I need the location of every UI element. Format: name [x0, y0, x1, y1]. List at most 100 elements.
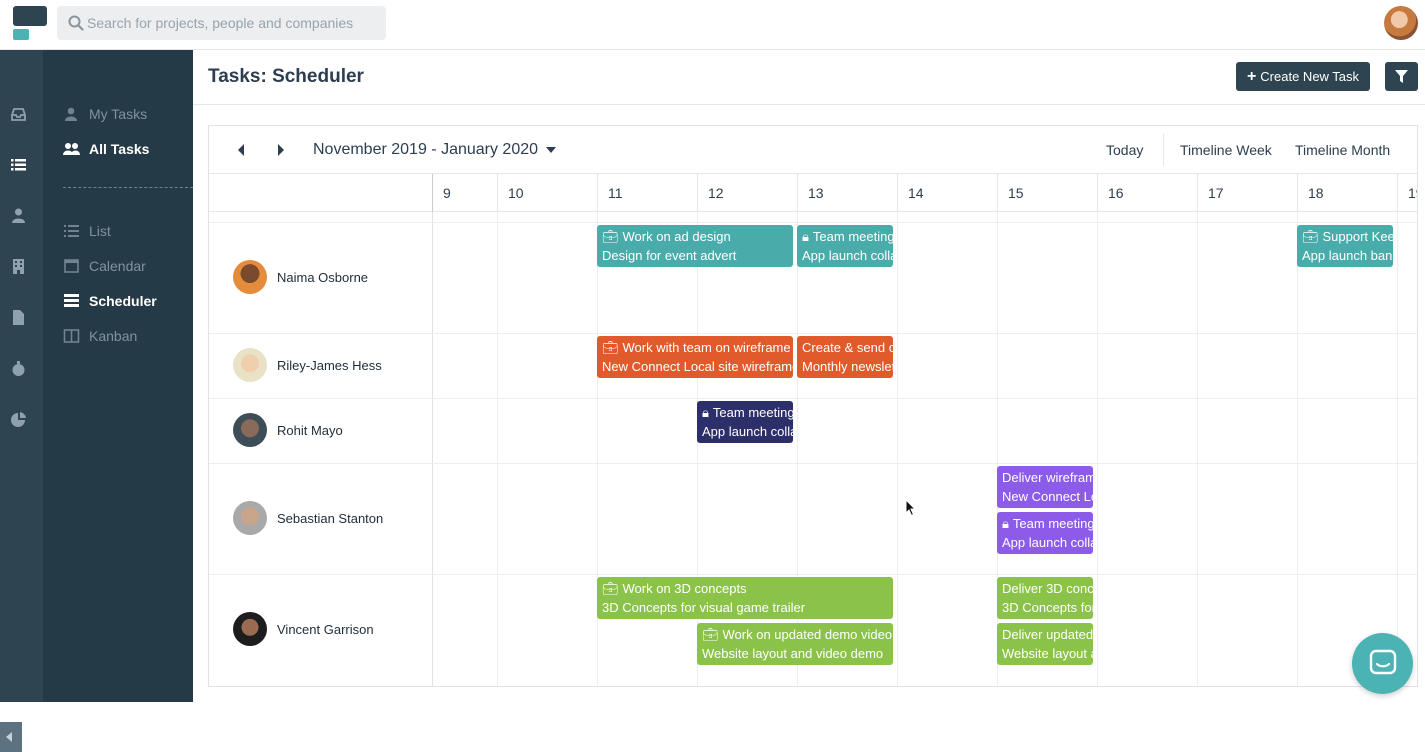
- filter-icon: [1395, 70, 1408, 83]
- grid-line: [1097, 212, 1098, 686]
- resource-row-label: Rohit Mayo: [233, 413, 343, 447]
- app-logo[interactable]: [13, 6, 47, 42]
- briefcase-icon: 💼︎: [602, 229, 619, 244]
- toolbar-divider: [1163, 134, 1164, 166]
- users-icon: [63, 143, 80, 155]
- nav-my-tasks-label: My Tasks: [89, 106, 148, 122]
- nav-view-list[interactable]: List: [63, 221, 111, 241]
- task-event[interactable]: 💼︎ Work on updated demo video Website lay…: [697, 623, 893, 665]
- kanban-icon: [63, 329, 80, 343]
- row-divider: [209, 574, 1417, 575]
- task-event[interactable]: 💼︎ Work on ad design Design for event adv…: [597, 225, 793, 267]
- day-header: 9: [432, 174, 497, 212]
- task-event[interactable]: 💼︎Support Keeping App launch banner: [1297, 225, 1393, 267]
- person-name: Rohit Mayo: [277, 422, 343, 438]
- view-today-button[interactable]: Today: [1106, 142, 1143, 158]
- grid-line: [897, 212, 898, 686]
- row-divider: [209, 222, 1417, 223]
- previous-range-button[interactable]: [238, 144, 244, 156]
- grid-line: [1297, 212, 1298, 686]
- search-box[interactable]: [57, 6, 386, 40]
- task-event[interactable]: Deliver 3D concepts 3D Concepts for: [997, 577, 1093, 619]
- list-icon[interactable]: [10, 156, 27, 173]
- date-range-dropdown[interactable]: November 2019 - January 2020: [313, 141, 557, 159]
- nav-view-calendar-label: Calendar: [89, 258, 146, 274]
- nav-my-tasks[interactable]: My Tasks: [63, 104, 147, 124]
- avatar: [233, 501, 267, 535]
- mouse-cursor-icon: [905, 499, 917, 517]
- create-new-task-label: Create New Task: [1260, 69, 1360, 84]
- nav-view-calendar[interactable]: Calendar: [63, 256, 146, 276]
- pie-chart-icon[interactable]: [10, 411, 27, 428]
- task-event[interactable]: Deliver updated Website layout and: [997, 623, 1093, 665]
- calendar-icon: [64, 259, 79, 273]
- grid-line: [1197, 212, 1198, 686]
- nav-all-tasks-label: All Tasks: [89, 141, 150, 157]
- row-divider: [209, 333, 1417, 334]
- day-header: 14: [897, 174, 997, 212]
- timer-icon[interactable]: [10, 360, 27, 377]
- search-icon: [68, 15, 84, 31]
- briefcase-icon: 💼︎: [1302, 229, 1319, 244]
- top-bar: [0, 0, 1425, 50]
- resource-row-label: Naima Osborne: [233, 260, 368, 294]
- day-header: 10: [497, 174, 597, 212]
- scheduler-icon: [64, 294, 79, 307]
- user-icon[interactable]: [10, 207, 27, 224]
- task-event[interactable]: 🔒︎Team meeting App launch collab: [697, 401, 793, 443]
- day-header: 16: [1097, 174, 1197, 212]
- task-event[interactable]: 💼︎ Work on 3D concepts 3D Concepts for vi…: [597, 577, 893, 619]
- date-range-label: November 2019 - January 2020: [313, 141, 539, 158]
- inbox-icon[interactable]: [10, 106, 27, 123]
- person-name: Sebastian Stanton: [277, 510, 384, 526]
- nav-view-kanban-label: Kanban: [89, 328, 138, 344]
- row-divider: [209, 398, 1417, 399]
- day-header: 13: [797, 174, 897, 212]
- filter-button[interactable]: [1385, 62, 1418, 91]
- user-avatar[interactable]: [1384, 6, 1418, 40]
- nav-view-kanban[interactable]: Kanban: [63, 326, 137, 346]
- nav-divider: [63, 187, 193, 188]
- day-header-row: 9 10 11 12 13 14 15 16 17 18 19: [209, 174, 1417, 212]
- chat-icon: [1369, 649, 1397, 675]
- avatar: [233, 260, 267, 294]
- search-input[interactable]: [87, 6, 377, 40]
- next-range-button[interactable]: [278, 144, 284, 156]
- grid-line: [432, 212, 433, 686]
- collapse-sidebar-button[interactable]: [0, 722, 22, 752]
- task-event[interactable]: Create & send out Monthly newsletter: [797, 336, 893, 378]
- person-name: Naima Osborne: [277, 269, 369, 285]
- scheduler-toolbar: November 2019 - January 2020 Today Timel…: [209, 126, 1417, 174]
- task-event[interactable]: 💼︎ Work with team on wireframe New Connec…: [597, 336, 793, 378]
- resource-row-label: Sebastian Stanton: [233, 501, 383, 535]
- day-header: 15: [997, 174, 1097, 212]
- chevron-down-icon: [546, 147, 557, 153]
- icon-rail: [0, 50, 43, 752]
- briefcase-icon: 💼︎: [602, 581, 619, 596]
- nav-view-list-label: List: [89, 223, 111, 239]
- day-header: 17: [1197, 174, 1297, 212]
- building-icon[interactable]: [10, 258, 27, 275]
- nav-all-tasks[interactable]: All Tasks: [63, 139, 149, 159]
- chat-launcher-button[interactable]: [1352, 633, 1413, 694]
- task-event[interactable]: 🔒︎Team meeting App launch collab: [797, 225, 893, 267]
- user-icon: [65, 107, 77, 121]
- page-title: Tasks: Scheduler: [208, 66, 364, 87]
- briefcase-icon: 💼︎: [702, 627, 719, 642]
- avatar: [233, 413, 267, 447]
- resource-row-label: Riley-James Hess: [233, 348, 382, 382]
- document-icon[interactable]: [10, 309, 27, 326]
- resource-row-label: Vincent Garrison: [233, 612, 374, 646]
- lock-icon: 🔒︎: [802, 229, 809, 244]
- create-new-task-button[interactable]: + Create New Task: [1236, 62, 1370, 91]
- list-icon: [64, 225, 79, 237]
- view-timeline-week-button[interactable]: Timeline Week: [1180, 142, 1272, 158]
- task-event[interactable]: 🔒︎Team meeting App launch collab: [997, 512, 1093, 554]
- task-event[interactable]: Deliver wireframe New Connect Local: [997, 466, 1093, 508]
- grid-line: [497, 212, 498, 686]
- lock-icon: 🔒︎: [702, 405, 709, 420]
- view-timeline-month-button[interactable]: Timeline Month: [1295, 142, 1390, 158]
- avatar: [233, 348, 267, 382]
- nav-view-scheduler[interactable]: Scheduler: [63, 291, 157, 311]
- row-divider: [209, 463, 1417, 464]
